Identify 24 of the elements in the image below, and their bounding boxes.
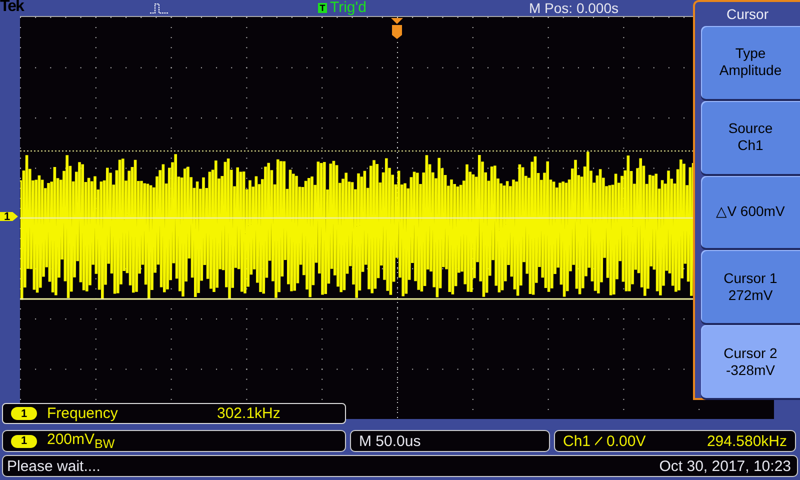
timebase-value: M 50.0us (359, 432, 421, 450)
trigger-position-icon (391, 18, 403, 39)
trigger-badge: T (318, 3, 327, 13)
menu-button[interactable]: △V 600mV (701, 176, 800, 248)
channel-marker: 1 (0, 210, 18, 223)
trigger-level: 0.00V (606, 432, 646, 450)
menu-button[interactable]: Source Ch1 (701, 100, 800, 174)
channel-scale: 200mV$_{BW}$ (47, 431, 115, 451)
menu-button[interactable]: Cursor 2 -328mV (701, 325, 800, 398)
rising-edge-icon (594, 436, 603, 446)
measurement-name: Frequency (47, 405, 119, 422)
measurement-value: 302.1kHz (217, 405, 280, 422)
menu-title: Cursor (725, 5, 770, 24)
trigger-status: Trig'd (330, 0, 366, 16)
status-message: Please wait.... (7, 458, 100, 474)
trigger-source: Ch1 (563, 432, 591, 450)
trigger-frequency: 294.580kHz (706, 432, 787, 450)
position-readout: M Pos: 0.000s (529, 0, 618, 16)
menu-button[interactable]: Cursor 1 272mV (701, 250, 800, 324)
date-time: Oct 30, 2017, 10:23 (659, 458, 791, 474)
pulse-icon (150, 3, 168, 14)
menu-button[interactable]: Type Amplitude (701, 26, 800, 99)
channel-badge: 1 (11, 434, 37, 448)
channel-badge: 1 (11, 407, 37, 420)
